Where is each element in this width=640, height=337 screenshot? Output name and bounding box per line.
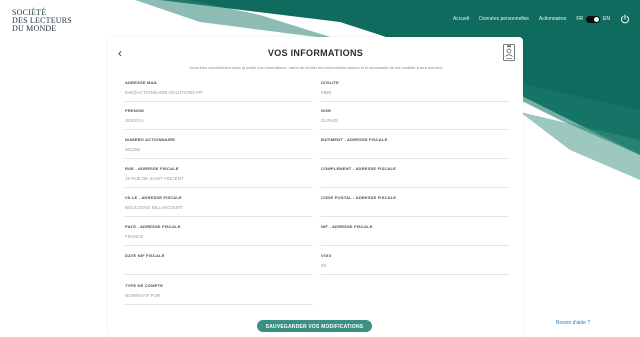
page-title: VOS INFORMATIONS xyxy=(267,48,364,58)
postal-code-field: CODE POSTAL - ADRESSE FISCALE xyxy=(321,195,509,217)
postal-code-label: CODE POSTAL - ADRESSE FISCALE xyxy=(321,195,397,200)
civility-field: CIVILITE MME xyxy=(321,80,509,102)
country-input[interactable]: FRANCE xyxy=(125,234,313,246)
country-label: PAYS - ADRESSE FISCALE xyxy=(125,224,181,229)
top-navigation: Accueil Données personnelles Actionnaire… xyxy=(453,14,630,24)
account-type-field: TYPE DE COMPTE NOMINATIF PUR xyxy=(125,283,313,305)
id-card-icon xyxy=(503,44,515,61)
tin-date-field: DATE NIF FISCALE xyxy=(125,253,313,275)
votes-field: VOIX 50 xyxy=(321,253,509,275)
tin-date-label: DATE NIF FISCALE xyxy=(125,253,165,258)
nif-input[interactable] xyxy=(321,234,509,246)
complement-field: COMPLEMENT - ADRESSE FISCALE xyxy=(321,166,509,188)
shareholder-number-label: NUMERO ACTIONNAIRE xyxy=(125,137,176,142)
lastname-field: NOM DUPUIS xyxy=(321,108,509,130)
account-type-label: TYPE DE COMPTE xyxy=(125,283,164,288)
lang-fr-label: FR xyxy=(576,16,584,22)
building-input[interactable] xyxy=(321,147,509,159)
street-field: RUE - ADRESSE FISCALE 15 RUE DE SAINT VI… xyxy=(125,166,313,188)
street-input[interactable]: 15 RUE DE SAINT VINCENT xyxy=(125,176,313,188)
city-label: VILLE - ADRESSE FISCALE xyxy=(125,195,182,200)
postal-code-input[interactable] xyxy=(321,205,509,217)
civility-label: CIVILITE xyxy=(321,80,340,85)
account-type-input[interactable]: NOMINATIF PUR xyxy=(125,293,313,305)
lang-en-label: EN xyxy=(603,16,610,22)
city-input[interactable]: BOULOGNE BILLANCOURT xyxy=(125,205,313,217)
email-input[interactable]: test@ACTIONNAIRE-SOLUTIONS.FR xyxy=(125,90,313,102)
logo-line-3: DU MONDE xyxy=(12,24,57,33)
nav-home[interactable]: Accueil xyxy=(453,16,469,22)
lastname-label: NOM xyxy=(321,108,331,113)
building-field: BATIMENT - ADRESSE FISCALE xyxy=(321,137,509,159)
street-label: RUE - ADRESSE FISCALE xyxy=(125,166,179,171)
nav-shareholders[interactable]: Actionnaires xyxy=(539,16,567,22)
firstname-label: PRENOM xyxy=(125,108,144,113)
country-field: PAYS - ADRESSE FISCALE FRANCE xyxy=(125,224,313,246)
city-field: VILLE - ADRESSE FISCALE BOULOGNE BILLANC… xyxy=(125,195,313,217)
logo[interactable]: SOCIÉTÉ DES LECTEURS DU MONDE xyxy=(12,9,72,33)
help-link[interactable]: Besoin d'aide ? xyxy=(556,320,590,326)
votes-input[interactable]: 50 xyxy=(321,263,509,275)
firstname-field: PRENOM JESSICA xyxy=(125,108,313,130)
votes-label: VOIX xyxy=(321,253,332,258)
nif-field: NIF - ADRESSE FISCALE xyxy=(321,224,509,246)
complement-input[interactable] xyxy=(321,176,509,188)
shareholder-number-input[interactable]: 001458 xyxy=(125,147,313,159)
tin-date-input[interactable] xyxy=(125,263,313,275)
complement-label: COMPLEMENT - ADRESSE FISCALE xyxy=(321,166,397,171)
lastname-input[interactable]: DUPUIS xyxy=(321,118,509,130)
language-toggle[interactable] xyxy=(586,15,601,23)
save-button[interactable]: SAUVEGARDER VOS MODIFICATIONS xyxy=(257,320,372,332)
intro-text: Vous êtes actuellement dans la partie vo… xyxy=(189,65,444,70)
email-field: ADRESSE MAIL test@ACTIONNAIRE-SOLUTIONS.… xyxy=(125,80,313,102)
information-card: ‹ VOS INFORMATIONS Vous êtes actuellemen… xyxy=(108,37,523,337)
building-label: BATIMENT - ADRESSE FISCALE xyxy=(321,137,388,142)
firstname-input[interactable]: JESSICA xyxy=(125,118,313,130)
language-switch[interactable]: FR EN xyxy=(576,15,610,23)
shareholder-number-field: NUMERO ACTIONNAIRE 001458 xyxy=(125,137,313,159)
civility-input[interactable]: MME xyxy=(321,90,509,102)
email-label: ADRESSE MAIL xyxy=(125,80,158,85)
nav-personal-data[interactable]: Données personnelles xyxy=(479,16,529,22)
nif-label: NIF - ADRESSE FISCALE xyxy=(321,224,373,229)
toggle-knob xyxy=(594,16,600,22)
power-icon[interactable] xyxy=(620,14,630,24)
